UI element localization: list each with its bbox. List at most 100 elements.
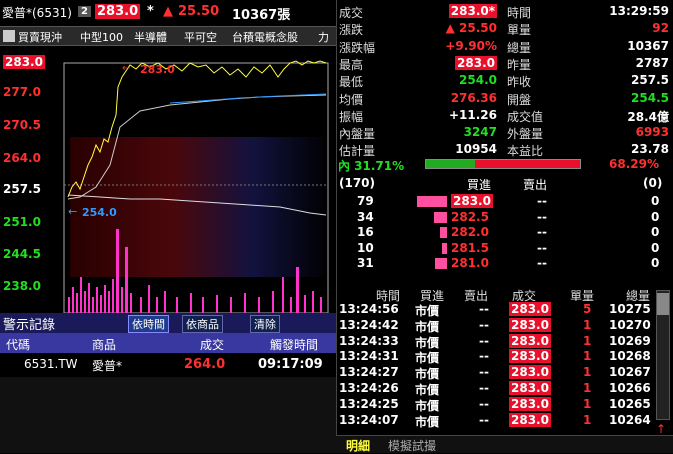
ask-count: (0) [643,176,663,190]
tick-total: 10264 [609,412,651,427]
col-trigger-time[interactable]: 觸發時間 [270,336,318,353]
price-flag: * [147,4,154,19]
category-bar: 買賣現沖 中型100 半導體 平可空 台積電概念股 力 [0,26,336,46]
tab-simulated-match[interactable]: 模擬試撮 [388,437,436,454]
ask-qty: 0 [651,225,660,239]
menu-item-shortable[interactable]: 平可空 [184,29,217,45]
quote-value: 276.36 [450,90,497,105]
bid-qty: 16 [357,225,374,239]
menu-item-daytrade[interactable]: 買賣現沖 [18,29,62,45]
ask-price[interactable]: -- [537,241,547,255]
tick-price: 283.0 [509,412,551,427]
tick-ask: -- [479,381,489,395]
bid-depth-bar [442,242,447,254]
outer-pct: 68.29% [609,157,659,171]
quote-value: 257.5 [631,73,669,88]
tick-ask: -- [479,333,489,348]
alert-empty-area [0,377,336,453]
bid-depth-bar [439,227,447,238]
tick-ask: -- [479,396,489,411]
quote-value: 92 [652,21,669,36]
bid-count: (170) [339,176,376,190]
bid-label: 買進 [467,178,492,192]
quote-value: 10954 [455,142,497,157]
quote-label: 總量 [507,40,532,55]
quote-value: 6993 [635,125,669,140]
ticks-table: 13:24:56 市價 -- 283.0 5 10275 13:24:42 市價 -- 283.0… [337,302,673,434]
quote-label: 振幅 [339,109,364,124]
tick-qty: 1 [583,349,592,364]
scrollbar[interactable] [656,290,670,420]
chart-svg: ← ← [63,60,329,313]
quote-value: ▲ 25.50 [445,21,497,36]
ask-price[interactable]: -- [537,194,547,208]
bid-price[interactable]: 282.5 [451,210,489,224]
ask-label: 賣出 [523,178,548,192]
quote-table: 成交 283.0* 漲跌 ▲ 25.50 漲跌幅 +9.90% 最高 283.0 最低 254.0… [337,0,673,170]
bid-price[interactable]: 283.0 [451,194,493,208]
tick-time: 13:24:27 [339,365,399,380]
bid-price[interactable]: 281.0 [451,256,489,270]
tick-price: 283.0 [509,365,551,380]
tick-price: 283.0 [509,302,551,316]
menu-item-more[interactable]: 力 [318,29,329,45]
stock-name[interactable]: 愛普*(6531) [2,4,72,21]
alert-toolbar: 警示記錄 依時間 依商品 清除 [0,313,336,333]
quote-value: 283.0 [455,55,497,70]
tick-total: 10267 [609,365,651,380]
menu-item-semiconductor[interactable]: 半導體 [134,29,167,45]
tab-by-product[interactable]: 依商品 [182,315,223,333]
tick-qty: 1 [583,317,592,332]
quote-value: 3247 [463,125,497,140]
volume-bars [68,229,322,313]
tick-ask: -- [479,317,489,332]
ask-price[interactable]: -- [537,210,547,224]
menu-item-mid100[interactable]: 中型100 [80,29,123,45]
intraday-chart[interactable]: 283.0 277.0 270.5 264.0 257.5 251.0 244.… [0,47,336,313]
tick-price: 283.0 [509,396,551,411]
ask-qty: 0 [651,256,660,270]
quote-value: 28.4億 [627,109,669,124]
tick-total: 10270 [609,317,651,332]
quote-value: 283.0* [448,4,497,18]
clear-button[interactable]: 清除 [250,315,280,333]
bid-qty: 10 [357,240,374,255]
order-book: (170) 買進 賣出 (0) 79 283.0 -- 0 34 282.5 -- 0 16 28… [337,176,673,276]
tick-qty: 1 [583,381,592,395]
tab-by-time[interactable]: 依時間 [128,315,169,333]
quote-header: 愛普*(6531) 2 283.0 * ▲ 25.50 10367張 [0,0,336,26]
quote-value: 13:29:59 [609,4,669,18]
ask-price[interactable]: -- [537,225,547,239]
col-product[interactable]: 商品 [92,336,116,353]
inner-outer-bar [425,159,581,169]
quote-label: 昨量 [507,57,532,72]
tick-bid: 市價 [415,304,440,318]
tick-ask: -- [479,302,489,316]
svg-text:←: ← [68,205,77,218]
table-row[interactable]: 6531.TW 愛普* 264.0 09:17:09 [0,353,336,377]
tick-qty: 1 [583,333,592,348]
up-arrow-icon: ▲ [163,4,173,19]
scrollbar-thumb[interactable] [657,293,669,315]
bid-depth-bar [435,258,447,269]
tab-detail[interactable]: 明細 [346,437,370,454]
window-badge[interactable]: 2 [78,6,91,17]
alert-code: 6531.TW [24,357,78,371]
ask-qty: 0 [651,209,660,224]
scroll-top-icon[interactable]: ↑ [656,422,666,436]
alert-time: 09:17:09 [258,357,323,372]
quote-label: 最高 [339,57,364,72]
checkbox-icon[interactable] [3,30,15,42]
menu-item-tsmc-concept[interactable]: 台積電概念股 [232,29,298,45]
col-price[interactable]: 成交 [200,336,224,353]
bottom-tabs: 明細 模擬試撮 [336,435,673,453]
quote-label: 漲跌 [339,23,364,38]
bid-price[interactable]: 281.5 [451,241,489,255]
col-code[interactable]: 代碼 [6,336,30,353]
ask-price[interactable]: -- [537,256,547,270]
bid-price[interactable]: 282.0 [451,225,489,239]
low-marker-label: 254.0 [82,206,117,219]
price-change: 25.50 [178,4,220,19]
quote-value: 254.5 [631,90,669,105]
tick-price: 283.0 [509,333,551,348]
